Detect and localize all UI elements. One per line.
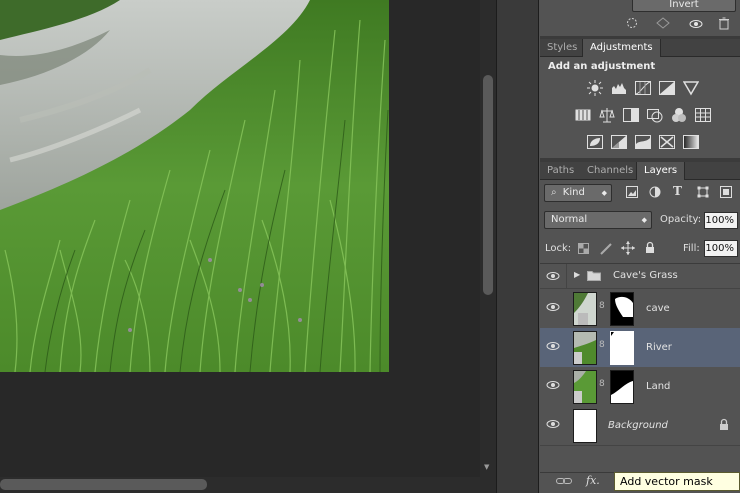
posterize-icon[interactable] bbox=[611, 134, 627, 150]
layer-row-land[interactable]: 8 Land bbox=[540, 367, 740, 407]
selective-color-icon[interactable] bbox=[659, 134, 675, 150]
link-icon[interactable]: 8 bbox=[599, 301, 605, 311]
tooltip: Add vector mask bbox=[614, 472, 740, 491]
black-white-icon[interactable] bbox=[623, 107, 639, 123]
adjustments-tab-bar: Styles Adjustments bbox=[540, 39, 740, 57]
search-icon: ⌕ bbox=[551, 187, 557, 198]
layer-name: cave bbox=[646, 303, 670, 314]
layer-mask-thumbnail[interactable] bbox=[610, 331, 634, 365]
color-lookup-icon[interactable] bbox=[695, 107, 711, 123]
layer-row-background[interactable]: Background bbox=[540, 406, 740, 446]
blend-mode-value: Normal bbox=[551, 214, 588, 225]
view-previous-state-icon[interactable] bbox=[656, 17, 670, 29]
layer-thumbnail bbox=[573, 331, 597, 365]
horizontal-scroll-thumb[interactable] bbox=[0, 479, 207, 490]
threshold-icon[interactable] bbox=[635, 134, 651, 150]
filter-smart-objects-icon[interactable] bbox=[720, 186, 732, 198]
lock-label: Lock: bbox=[545, 243, 572, 254]
panel-dock-gutter bbox=[496, 0, 538, 493]
tab-styles[interactable]: Styles bbox=[540, 39, 584, 57]
lock-all-icon[interactable] bbox=[645, 241, 655, 254]
trash-icon[interactable] bbox=[718, 17, 730, 30]
blend-mode-select[interactable]: Normal ◆ bbox=[544, 211, 652, 229]
eye-icon[interactable] bbox=[546, 341, 560, 351]
filter-type-layers-icon[interactable]: T bbox=[673, 184, 682, 198]
exposure-icon[interactable] bbox=[659, 80, 675, 96]
fill-label: Fill: bbox=[683, 243, 700, 254]
tab-adjustments[interactable]: Adjustments bbox=[582, 39, 661, 57]
eye-icon[interactable] bbox=[546, 271, 560, 281]
fx-icon[interactable]: fx. bbox=[586, 474, 600, 487]
link-icon[interactable]: 8 bbox=[599, 379, 605, 389]
opacity-label: Opacity: bbox=[660, 214, 702, 225]
folder-icon bbox=[587, 270, 601, 281]
layer-row-cave[interactable]: 8 cave bbox=[540, 289, 740, 329]
tab-channels[interactable]: Channels bbox=[580, 162, 640, 180]
layer-name: River bbox=[646, 342, 672, 353]
channel-mixer-icon[interactable] bbox=[671, 107, 687, 123]
document-image[interactable] bbox=[0, 0, 389, 372]
levels-icon[interactable] bbox=[611, 80, 627, 96]
layer-thumbnail bbox=[573, 370, 597, 404]
link-layers-icon[interactable] bbox=[556, 476, 572, 486]
layer-mask-thumbnail[interactable] bbox=[610, 292, 634, 326]
filter-shape-layers-icon[interactable] bbox=[697, 186, 709, 198]
filter-adjustment-layers-icon[interactable] bbox=[649, 186, 661, 198]
lock-image-pixels-icon[interactable] bbox=[600, 242, 613, 255]
eye-icon[interactable] bbox=[546, 302, 560, 312]
link-icon[interactable]: 8 bbox=[599, 340, 605, 350]
filter-kind-label: Kind bbox=[562, 187, 585, 198]
scroll-down-arrow-icon[interactable]: ▼ bbox=[484, 463, 489, 471]
eye-icon[interactable] bbox=[546, 419, 560, 429]
layer-name: Background bbox=[608, 420, 668, 431]
visibility-column-divider bbox=[566, 264, 567, 288]
layer-thumbnail bbox=[573, 409, 597, 443]
tab-paths[interactable]: Paths bbox=[540, 162, 581, 180]
select-arrow-icon: ◆ bbox=[601, 189, 607, 197]
layer-mask-thumbnail[interactable] bbox=[610, 370, 634, 404]
fill-field[interactable]: 100% bbox=[704, 240, 738, 257]
layer-row-caves-grass[interactable]: ▶ Cave's Grass bbox=[540, 264, 740, 289]
add-adjustment-heading: Add an adjustment bbox=[548, 61, 656, 72]
layer-thumbnail bbox=[573, 292, 597, 326]
eye-icon[interactable] bbox=[689, 19, 703, 29]
layer-name: Land bbox=[646, 381, 671, 392]
photo-filter-icon[interactable] bbox=[647, 107, 663, 123]
lock-icon bbox=[719, 418, 729, 431]
layer-filter-select[interactable]: ⌕ Kind ◆ bbox=[544, 184, 612, 202]
layers-tab-bar: Paths Channels Layers bbox=[540, 162, 740, 180]
curves-icon[interactable] bbox=[635, 80, 651, 96]
layer-row-river[interactable]: 8 River bbox=[540, 328, 740, 368]
color-balance-icon[interactable] bbox=[599, 107, 615, 123]
filter-pixel-layers-icon[interactable] bbox=[626, 186, 638, 198]
invert-button[interactable]: Invert bbox=[632, 0, 736, 12]
lock-position-icon[interactable] bbox=[621, 241, 635, 255]
opacity-field[interactable]: 100% bbox=[704, 212, 738, 229]
tab-layers[interactable]: Layers bbox=[636, 162, 686, 180]
brightness-contrast-icon[interactable] bbox=[587, 80, 603, 96]
selection-mask-icon[interactable] bbox=[626, 17, 638, 29]
hue-saturation-icon[interactable] bbox=[575, 107, 591, 123]
select-arrow-icon: ◆ bbox=[641, 216, 647, 224]
layer-name: Cave's Grass bbox=[613, 270, 678, 281]
vibrance-icon[interactable] bbox=[682, 80, 700, 96]
vertical-scroll-thumb[interactable] bbox=[483, 75, 493, 295]
chevron-right-icon[interactable]: ▶ bbox=[574, 270, 580, 279]
gradient-map-icon[interactable] bbox=[683, 134, 699, 150]
eye-icon[interactable] bbox=[546, 380, 560, 390]
invert-icon[interactable] bbox=[587, 134, 603, 150]
lock-transparent-pixels-icon[interactable] bbox=[578, 243, 589, 254]
